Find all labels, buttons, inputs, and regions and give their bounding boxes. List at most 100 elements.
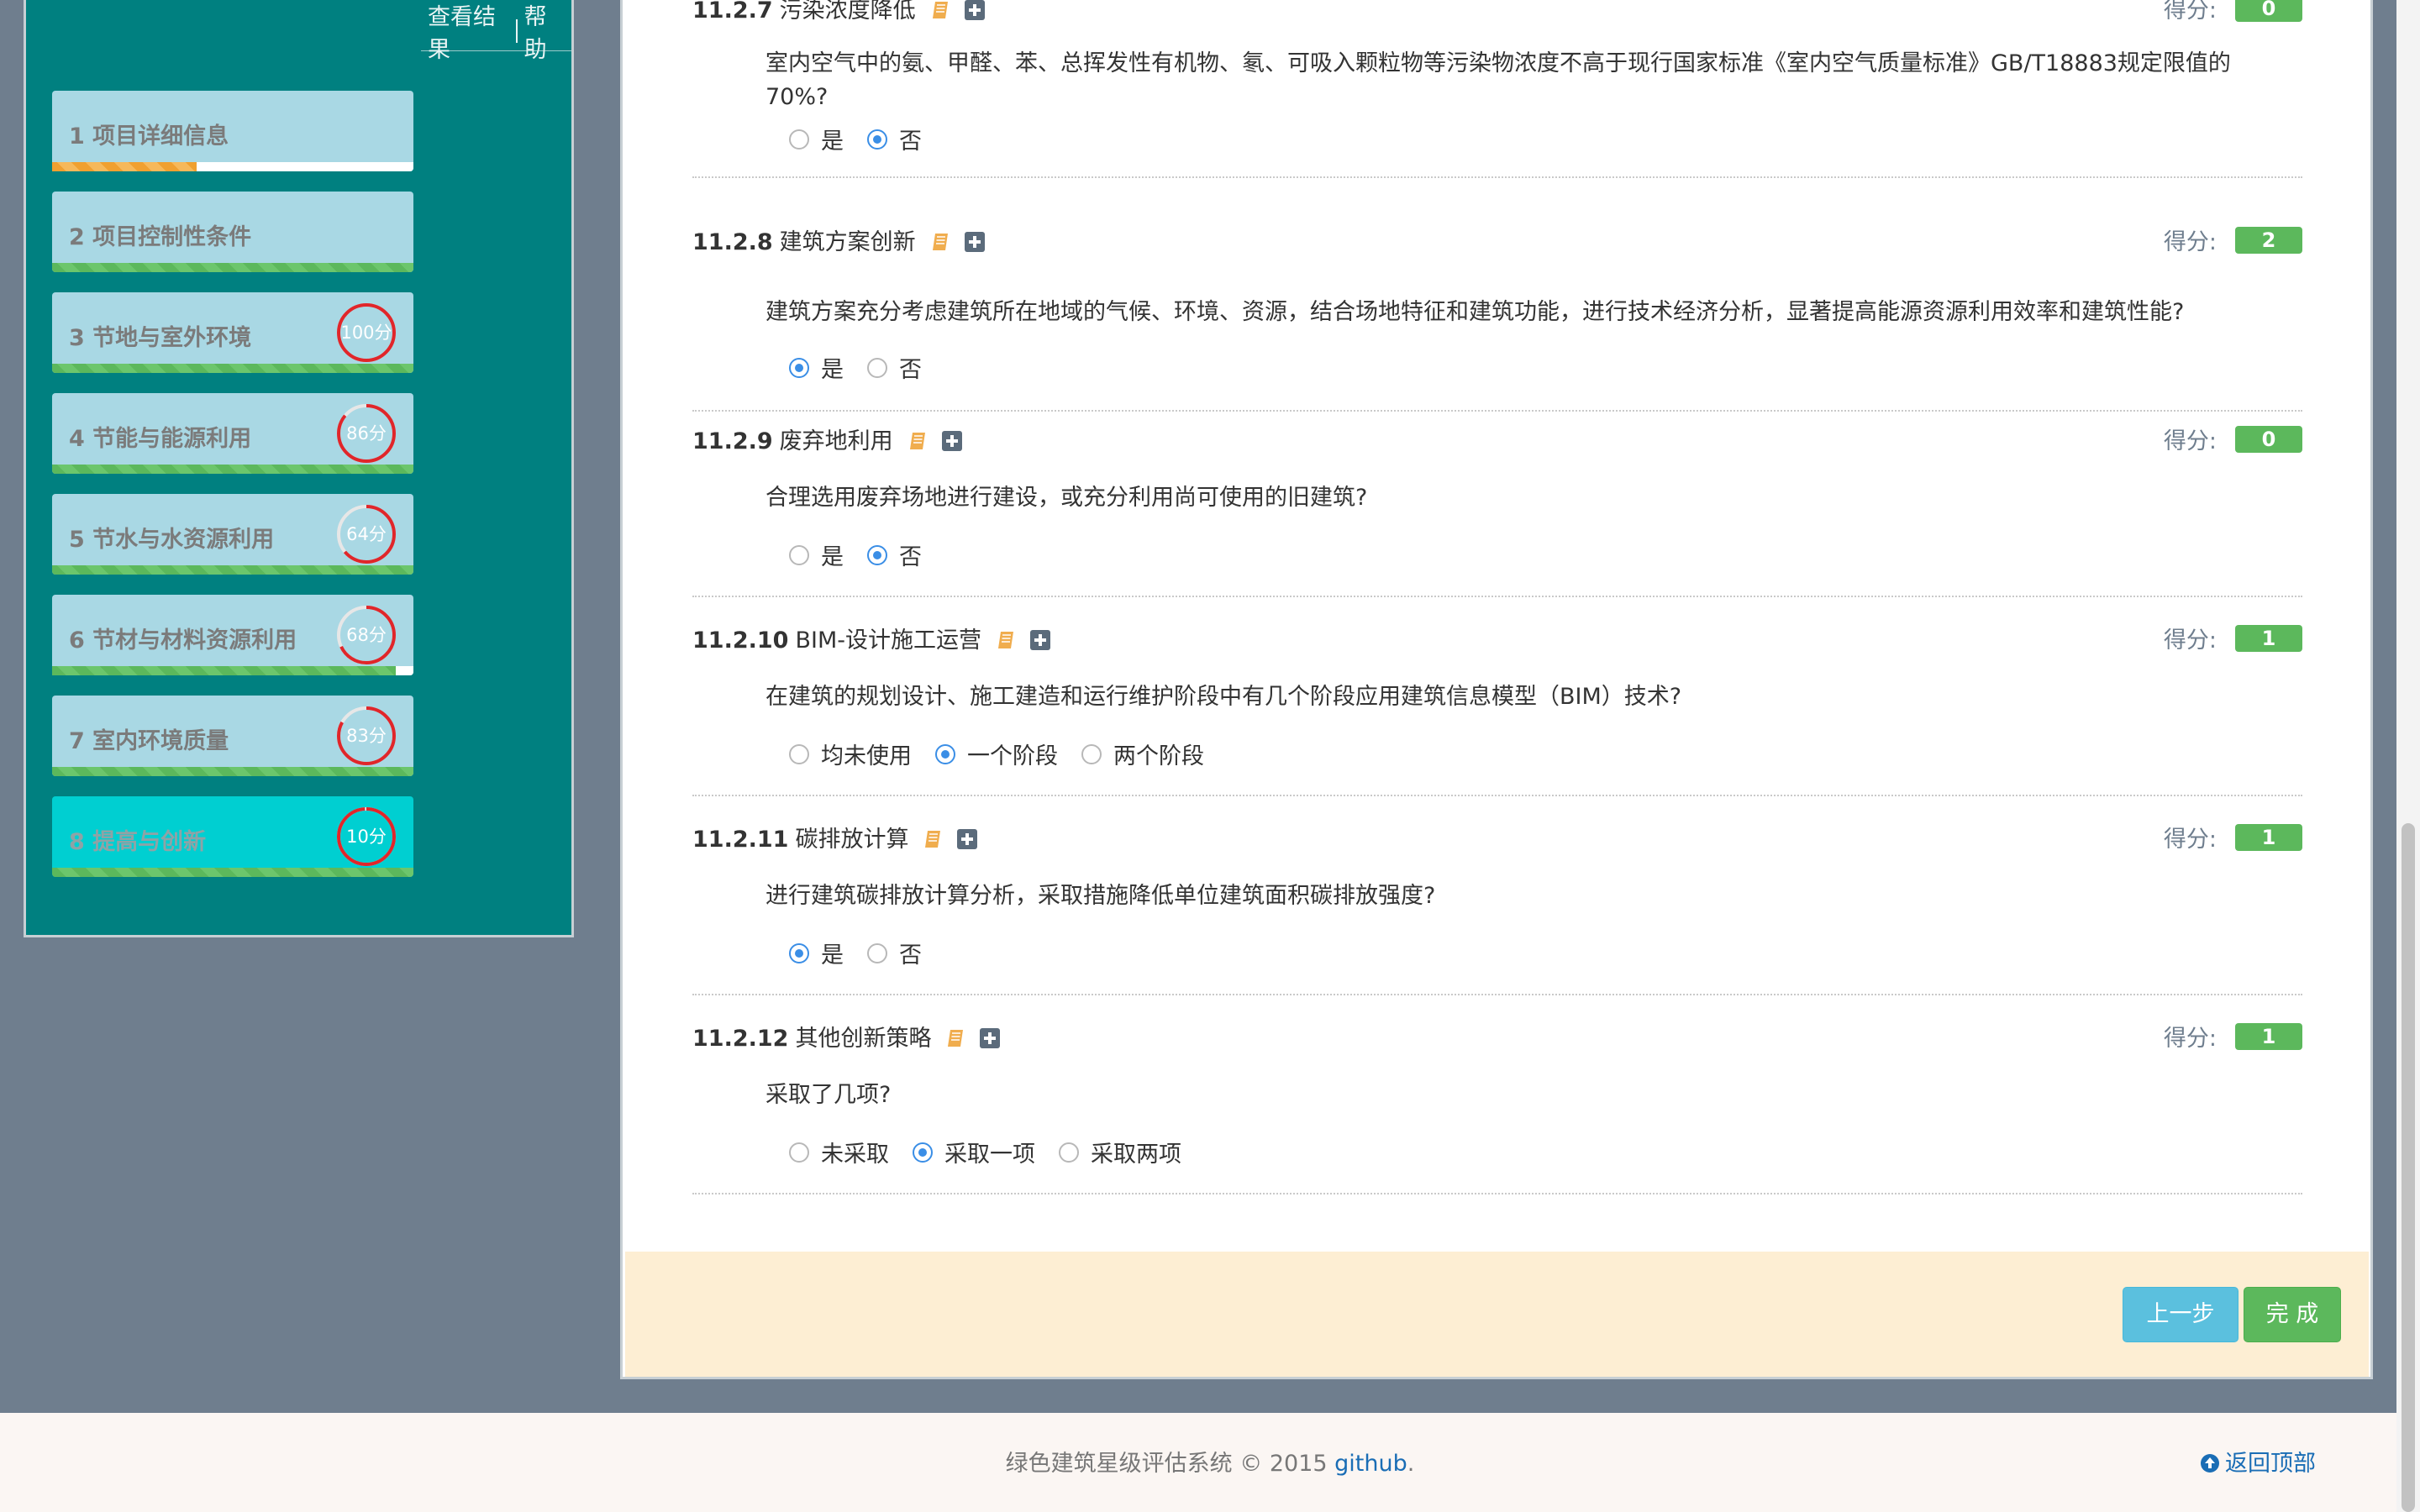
score-display: 得分: 0	[2164, 0, 2302, 24]
answer-option[interactable]: 否	[867, 937, 922, 969]
score-ring: 68分	[334, 603, 398, 667]
step-label: 5 节水与水资源利用	[69, 527, 275, 553]
help-link[interactable]: 帮助	[518, 0, 571, 64]
radio-button[interactable]	[1081, 743, 1102, 764]
plus-square-icon[interactable]	[957, 829, 978, 849]
option-label: 是	[821, 942, 844, 969]
divider	[692, 410, 2302, 412]
book-icon[interactable]	[923, 829, 942, 849]
scrollbar-thumb[interactable]	[2402, 823, 2415, 1512]
step-progress-bar	[52, 666, 413, 675]
book-icon[interactable]	[931, 232, 950, 252]
step-score: 86分	[346, 423, 387, 444]
radio-button[interactable]	[789, 129, 809, 150]
score-badge: 1	[2235, 1022, 2302, 1050]
criterion-title: 11.2.9 废弃地利用	[692, 423, 962, 455]
criterion-question: 进行建筑碳排放计算分析，采取措施降低单位建筑面积碳排放强度?	[765, 883, 1436, 909]
answer-option[interactable]: 否	[867, 538, 922, 571]
plus-square-icon[interactable]	[941, 431, 962, 451]
radio-button[interactable]	[789, 942, 809, 963]
step-score: 10分	[346, 827, 387, 847]
answer-option[interactable]: 一个阶段	[935, 738, 1058, 770]
answer-option[interactable]: 采取一项	[913, 1136, 1035, 1168]
view-results-link[interactable]: 查看结果	[421, 0, 516, 64]
option-label: 否	[899, 129, 922, 155]
prev-step-button[interactable]: 上一步	[2123, 1287, 2238, 1342]
divider	[692, 795, 2302, 796]
plus-square-icon[interactable]	[964, 232, 985, 252]
option-label: 是	[821, 357, 844, 383]
score-label: 得分:	[2163, 0, 2217, 24]
step-label: 6 节材与材料资源利用	[69, 627, 297, 654]
radio-button[interactable]	[913, 1142, 933, 1163]
score-label: 得分:	[2163, 827, 2217, 853]
divider	[692, 994, 2302, 995]
back-to-top-link[interactable]: 返回顶部	[2200, 1445, 2316, 1478]
arrow-circle-up-icon	[2200, 1453, 2220, 1473]
option-label: 一个阶段	[967, 743, 1058, 769]
radio-button[interactable]	[935, 743, 955, 764]
radio-button[interactable]	[867, 544, 887, 565]
option-label: 未采取	[821, 1142, 889, 1168]
sidebar-step-3[interactable]: 3 节地与室外环境 100分	[52, 292, 413, 373]
sidebar-step-8[interactable]: 8 提高与创新 10分	[52, 796, 413, 877]
book-icon[interactable]	[908, 431, 927, 451]
github-link[interactable]: github	[1334, 1451, 1407, 1477]
sidebar-step-2[interactable]: 2 项目控制性条件	[52, 192, 413, 272]
step-score: 64分	[346, 524, 387, 544]
answer-option[interactable]: 否	[867, 351, 922, 384]
radio-button[interactable]	[789, 743, 809, 764]
step-progress-bar	[52, 162, 413, 171]
option-label: 两个阶段	[1113, 743, 1204, 769]
sidebar-step-1[interactable]: 1 项目详细信息	[52, 91, 413, 171]
radio-button[interactable]	[867, 942, 887, 963]
radio-button[interactable]	[789, 357, 809, 378]
score-badge: 1	[2235, 624, 2302, 652]
criterion-code: 11.2.10	[692, 627, 789, 654]
plus-square-icon[interactable]	[964, 0, 985, 20]
answer-option[interactable]: 采取两项	[1059, 1136, 1181, 1168]
book-icon[interactable]	[931, 0, 950, 20]
criterion-name: 建筑方案创新	[779, 229, 916, 255]
option-label: 否	[899, 942, 922, 969]
divider	[692, 596, 2302, 597]
score-display: 得分: 1	[2164, 1020, 2302, 1053]
score-display: 得分: 1	[2164, 821, 2302, 853]
option-label: 均未使用	[821, 743, 912, 769]
criterion-title: 11.2.12 其他创新策略	[692, 1020, 1001, 1053]
plus-square-icon[interactable]	[980, 1028, 1001, 1048]
finish-button[interactable]: 完 成	[2244, 1287, 2341, 1342]
sidebar-step-6[interactable]: 6 节材与材料资源利用 68分	[52, 595, 413, 675]
radio-button[interactable]	[867, 357, 887, 378]
sidebar-step-7[interactable]: 7 室内环境质量 83分	[52, 696, 413, 776]
book-icon[interactable]	[997, 630, 1015, 650]
option-label: 采取一项	[944, 1142, 1035, 1168]
plus-square-icon[interactable]	[1029, 630, 1050, 650]
sidebar-step-4[interactable]: 4 节能与能源利用 86分	[52, 393, 413, 474]
answer-option[interactable]: 是	[789, 538, 844, 571]
scrollbar[interactable]	[2396, 0, 2420, 1512]
radio-button[interactable]	[1059, 1142, 1079, 1163]
option-label: 是	[821, 129, 844, 155]
radio-button[interactable]	[789, 544, 809, 565]
criterion-title: 11.2.10 BIM-设计施工运营	[692, 622, 1050, 654]
answer-option[interactable]: 均未使用	[789, 738, 912, 770]
radio-button[interactable]	[867, 129, 887, 150]
radio-button[interactable]	[789, 1142, 809, 1163]
book-icon[interactable]	[946, 1028, 965, 1048]
answer-options: 是否	[789, 351, 945, 384]
step-progress-bar	[52, 263, 413, 272]
answer-option[interactable]: 否	[867, 123, 922, 155]
sidebar-step-5[interactable]: 5 节水与水资源利用 64分	[52, 494, 413, 575]
criterion-name: 碳排放计算	[795, 827, 909, 853]
criterion-name: 其他创新策略	[795, 1026, 932, 1052]
answer-option[interactable]: 未采取	[789, 1136, 889, 1168]
answer-option[interactable]: 是	[789, 123, 844, 155]
main-panel: 11.2.7 污染浓度降低 得分: 0 室内空气中的氨、甲醛、苯、总挥发性有机物、氡、可…	[620, 0, 2373, 1379]
option-label: 采取两项	[1091, 1142, 1181, 1168]
divider	[692, 1193, 2302, 1194]
answer-option[interactable]: 是	[789, 351, 844, 384]
answer-option[interactable]: 是	[789, 937, 844, 969]
answer-option[interactable]: 两个阶段	[1081, 738, 1204, 770]
option-label: 是	[821, 544, 844, 570]
